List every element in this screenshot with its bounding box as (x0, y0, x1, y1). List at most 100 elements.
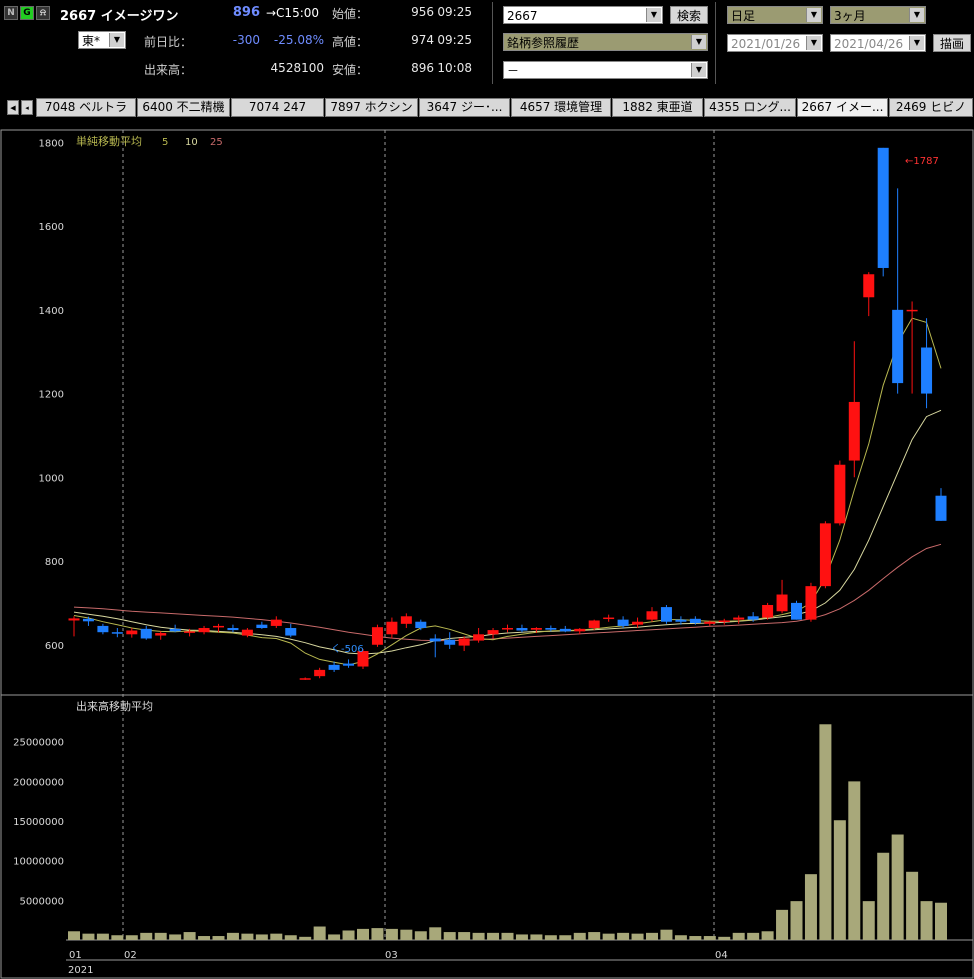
period-select-value: 日足 (731, 9, 756, 23)
candle-body (892, 309, 904, 384)
candle-body (776, 594, 788, 612)
chevron-down-icon: ▼ (806, 8, 821, 22)
candle-body (559, 628, 571, 632)
candle-body (733, 617, 745, 620)
range-select[interactable]: 3ヶ月 ▼ (830, 6, 926, 24)
candle-body (169, 628, 181, 632)
volume-bar (414, 931, 427, 940)
chevron-down-icon: ▼ (691, 63, 706, 77)
volume-label: 出来高： (144, 63, 193, 77)
volume-bar (920, 901, 933, 940)
chevron-down-icon: ▼ (909, 8, 924, 22)
open-label: 始値： (332, 7, 369, 21)
candle-body (126, 630, 138, 635)
candle-body (530, 628, 542, 630)
change-label: 前日比： (144, 35, 193, 49)
candle-body (328, 664, 340, 670)
volume-bar (819, 724, 832, 940)
symbol-tab[interactable]: 3647 ジー･... (419, 98, 510, 117)
open-value: 956 (411, 5, 434, 19)
ma-period-10: 10 (185, 137, 198, 148)
code-input[interactable]: 2667 ▼ (503, 6, 663, 24)
candle-body (718, 620, 730, 622)
volume-tick-label: 10000000 (13, 857, 64, 868)
history-select[interactable]: 銘柄参照履歴 ▼ (503, 33, 708, 51)
volume-bar (68, 931, 80, 940)
date-to[interactable]: 2021/04/26 ▼ (830, 34, 926, 52)
volume-bar (371, 928, 384, 940)
g-icon[interactable]: G (20, 6, 34, 20)
candle-body (140, 628, 152, 639)
volume-bar (761, 931, 774, 940)
volume-bar (877, 852, 890, 940)
volume-bar (660, 929, 673, 940)
symbol-tab[interactable]: 7897 ホクシン (325, 98, 418, 117)
code-input-value: 2667 (507, 9, 538, 23)
x-label-01: 01 (69, 950, 82, 961)
market-select[interactable]: 東* ▼ (78, 31, 126, 49)
symbol-tab[interactable]: 7074 247 (231, 98, 324, 117)
volume-bar (328, 934, 341, 940)
volume-bar (617, 932, 630, 940)
bell-icon[interactable]: ⍾ (36, 6, 50, 20)
chevron-down-icon: ▼ (806, 36, 821, 50)
n-icon[interactable]: N (4, 6, 18, 20)
prev-tab-icon[interactable]: ◂ (21, 100, 33, 115)
volume-bar (804, 874, 817, 940)
volume-bar (241, 933, 254, 940)
symbol-tab[interactable]: 4657 環境管理 (511, 98, 611, 117)
chevron-down-icon: ▼ (909, 36, 924, 50)
candle-body (603, 617, 615, 620)
volume-bar (111, 935, 124, 940)
low-annotation: く-506 (331, 644, 364, 655)
draw-button[interactable]: 描画 (933, 34, 971, 52)
volume-bar (515, 934, 528, 940)
range-select-value: 3ヶ月 (834, 9, 866, 23)
symbol-tab[interactable]: 6400 不二精機 (137, 98, 230, 117)
market-value: 東* (82, 34, 101, 48)
symbol-tab[interactable]: 7048 ベルトラ (36, 98, 136, 117)
price-time: →C15:00 (266, 6, 320, 20)
volume-bar (313, 926, 326, 940)
candle-body (241, 629, 253, 636)
candle-body (198, 628, 210, 633)
volume-bar (183, 932, 196, 940)
volume-bar (559, 935, 572, 940)
candle-body (588, 620, 600, 629)
divider (715, 2, 716, 84)
symbol-tab[interactable]: 2667 イメー... (797, 98, 888, 117)
candle-body (921, 347, 933, 394)
volume-bar (747, 932, 760, 940)
candle-body (285, 628, 297, 636)
low-time: 10:08 (437, 61, 472, 75)
volume-value: 4528100 (270, 61, 324, 75)
price-tick-label: 1800 (39, 138, 64, 149)
candle-body (747, 616, 759, 620)
volume-bar (718, 936, 731, 940)
symbol-tab[interactable]: 1882 東亜道 (612, 98, 703, 117)
open-time: 09:25 (437, 5, 472, 19)
period-select[interactable]: 日足 ▼ (727, 6, 823, 24)
candle-body (632, 621, 644, 625)
symbol-tab[interactable]: 4355 ロング... (704, 98, 796, 117)
ma-period-5: 5 (162, 137, 168, 148)
candle-body (227, 628, 239, 631)
candle-body (155, 633, 167, 636)
first-tab-icon[interactable]: ◀ (7, 100, 19, 115)
candle-body (935, 495, 947, 521)
volume-bar (848, 781, 861, 940)
symbol-tab[interactable]: 2469 ヒビノ (889, 98, 973, 117)
candle-body (863, 274, 875, 298)
candle-body (270, 619, 282, 626)
extra-select[interactable]: － ▼ (503, 61, 708, 79)
candle-body (906, 309, 918, 312)
volume-bar (487, 932, 500, 940)
high-annotation: ←1787 (905, 156, 939, 167)
candle-body (675, 619, 687, 622)
search-button[interactable]: 検索 (670, 6, 708, 24)
stock-chart[interactable]: 600 800 1000 1200 1400 1600 1800 5000000 1000000… (0, 120, 974, 979)
volume-bar (299, 936, 312, 940)
date-from[interactable]: 2021/01/26 ▼ (727, 34, 823, 52)
candle-body (444, 639, 456, 645)
candle-body (487, 630, 499, 635)
